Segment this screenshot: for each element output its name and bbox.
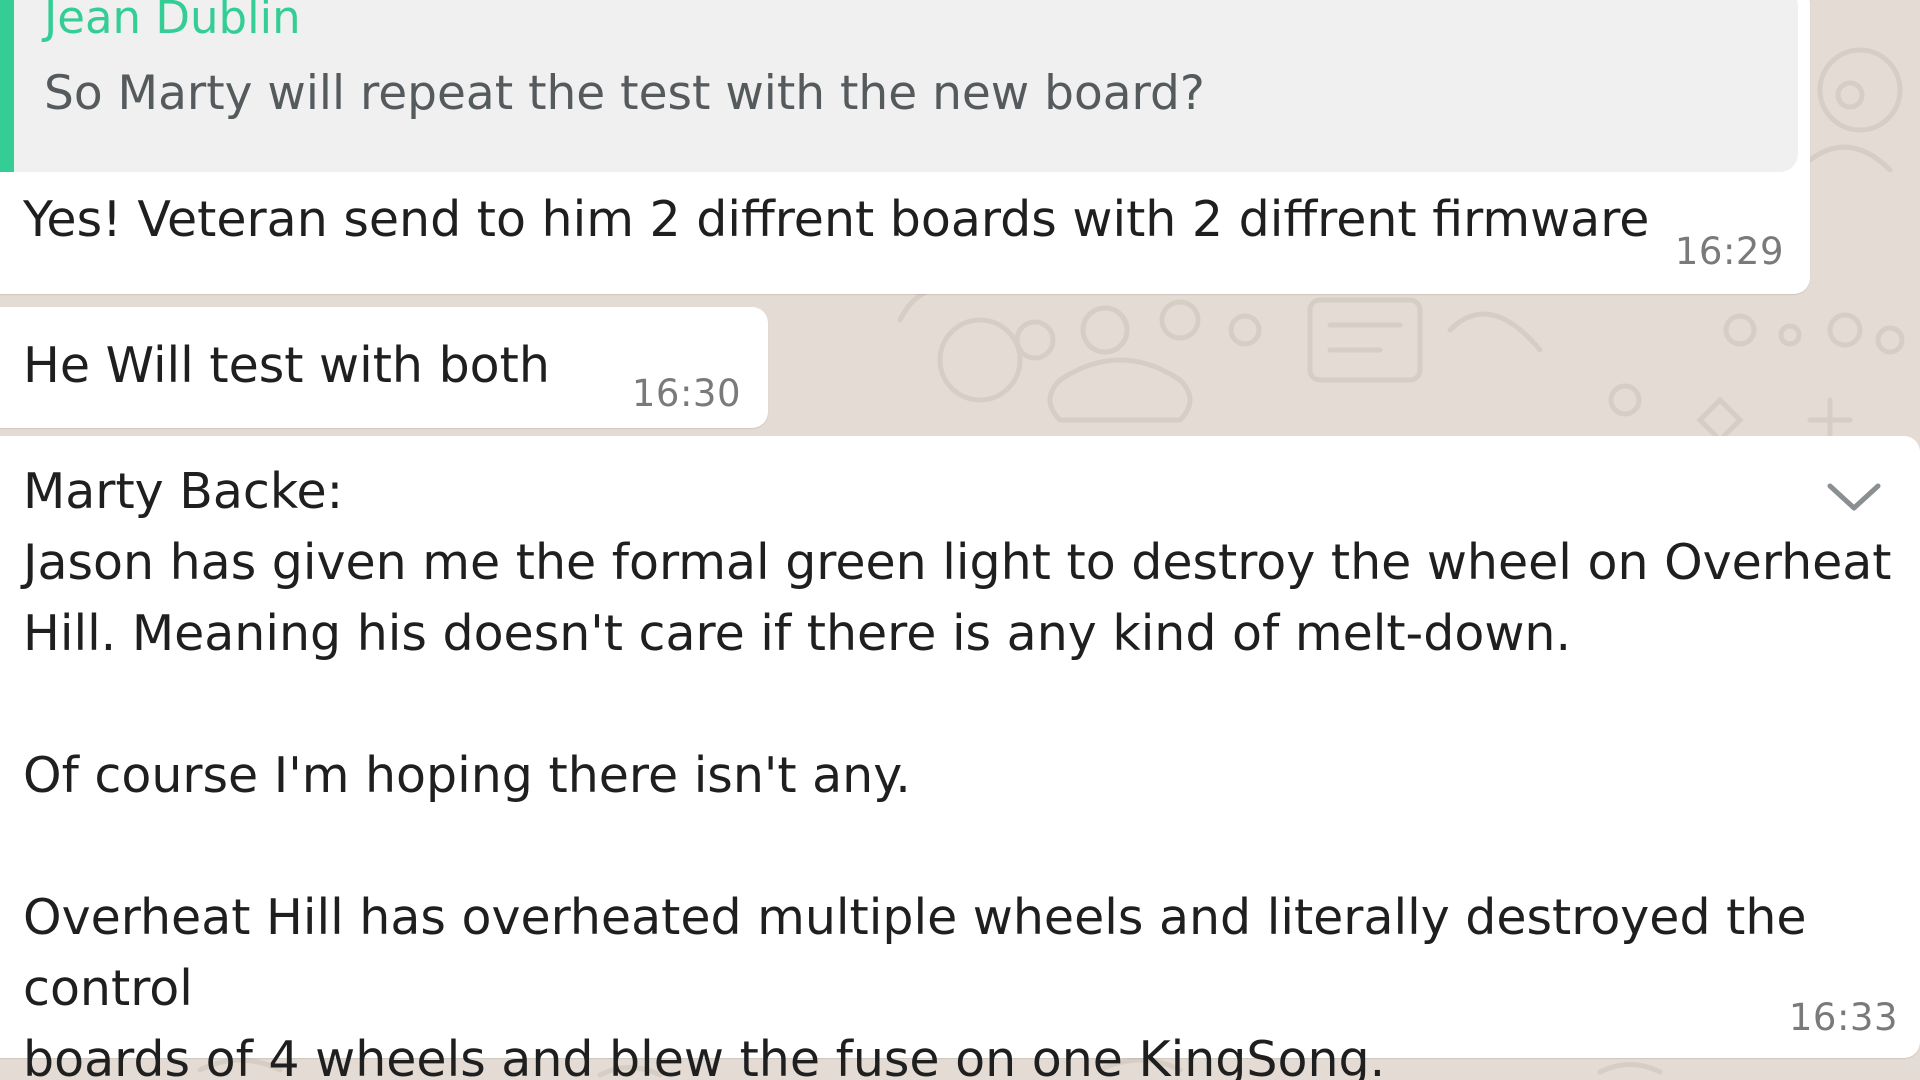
message-timestamp: 16:29 (1674, 230, 1784, 273)
message-text: Marty Backe: Jason has given me the form… (23, 463, 1892, 1080)
message-text: Yes! Veteran send to him 2 diffrent boar… (23, 191, 1650, 248)
message-bubble[interactable]: He Will test with both 16:30 (0, 307, 768, 428)
message-bubble[interactable]: Jean Dublin So Marty will repeat the tes… (0, 0, 1810, 294)
quote-text: So Marty will repeat the test with the n… (44, 66, 1205, 121)
message-timestamp: 16:30 (631, 372, 741, 415)
quote-author: Jean Dublin (44, 0, 301, 44)
chevron-down-icon[interactable] (1824, 478, 1884, 518)
quoted-message[interactable]: Jean Dublin So Marty will repeat the tes… (0, 0, 1798, 172)
quote-accent-bar (0, 0, 14, 172)
message-bubble[interactable]: Marty Backe: Jason has given me the form… (0, 436, 1920, 1080)
message-text: He Will test with both (23, 337, 550, 394)
message-timestamp: 16:33 (1788, 996, 1898, 1039)
